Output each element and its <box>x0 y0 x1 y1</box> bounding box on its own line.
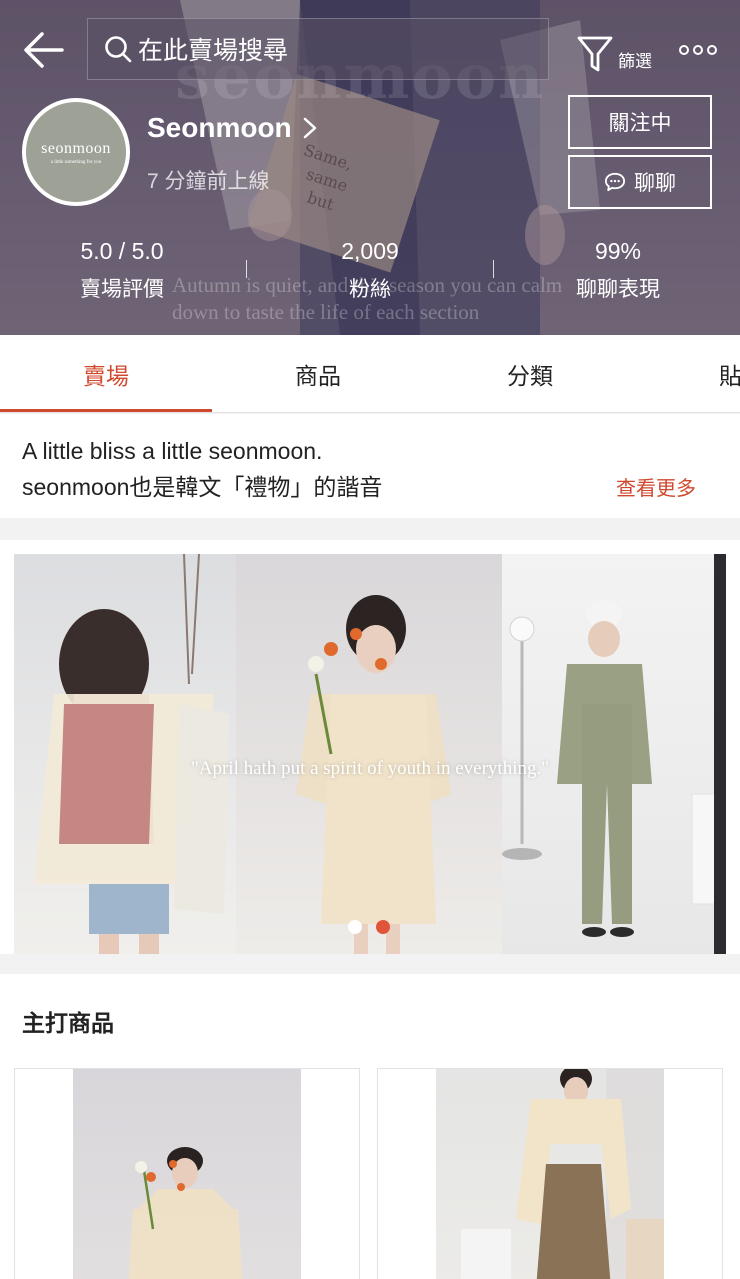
stat-value: 2,009 <box>341 238 399 264</box>
last-online-status: 7 分鐘前上線 <box>147 170 270 193</box>
banner-quote: "April hath put a spirit of youth in eve… <box>191 758 549 779</box>
banner-photo-figure <box>34 554 229 954</box>
stat-value: 99% <box>594 238 642 264</box>
tab-products[interactable]: 商品 <box>212 335 424 412</box>
carousel-dots <box>348 920 390 934</box>
stat-label: 聊聊表現 <box>576 278 660 301</box>
shop-name: Seonmoon <box>147 112 292 143</box>
back-arrow-icon[interactable] <box>22 30 66 70</box>
chat-button[interactable]: 聊聊 <box>568 155 712 209</box>
featured-products-section: 主打商品 <box>0 974 740 1279</box>
stat-rating[interactable]: 5.0 / 5.0 賣場評價 <box>62 238 182 303</box>
featured-title: 主打商品 <box>22 1010 114 1036</box>
search-icon <box>105 36 132 63</box>
search-placeholder: 在此賣場搜尋 <box>138 37 289 65</box>
see-more-link[interactable]: 查看更多 <box>616 472 696 501</box>
shop-avatar[interactable]: seonmoon a little something for you <box>22 98 130 206</box>
follow-button-label: 關注中 <box>608 112 672 135</box>
shop-description: A little bliss a little seonmoon. seonmo… <box>0 414 740 518</box>
filter-button[interactable]: 篩選 <box>576 30 660 74</box>
chat-button-label: 聊聊 <box>634 172 676 195</box>
shop-header: Same, same but seonmoon Autumn is quiet,… <box>0 0 740 335</box>
product-photo-figure <box>128 1147 243 1279</box>
stat-divider <box>246 260 247 278</box>
chevron-right-icon <box>303 117 316 139</box>
product-card[interactable] <box>14 1068 360 1279</box>
chat-bubble-icon <box>605 172 625 192</box>
product-card[interactable] <box>377 1068 723 1279</box>
stat-chat-performance[interactable]: 99% 聊聊表現 <box>556 238 680 303</box>
banner-photo <box>502 554 726 954</box>
search-input[interactable]: 在此賣場搜尋 <box>87 18 549 80</box>
description-line: seonmoon也是韓文「禮物」的諧音 <box>22 474 383 500</box>
stat-followers[interactable]: 2,009 粉絲 <box>310 238 430 303</box>
active-tab-indicator <box>0 409 212 412</box>
description-line: A little bliss a little seonmoon. <box>22 438 323 464</box>
shop-name-link[interactable]: Seonmoon <box>147 112 320 144</box>
carousel-dot-active[interactable] <box>376 920 390 934</box>
more-options-icon[interactable] <box>678 40 718 60</box>
product-photo-figure <box>461 1069 664 1279</box>
banner-photo <box>14 554 236 954</box>
stat-label: 賣場評價 <box>80 278 164 301</box>
avatar-tagline: a little something for you <box>50 159 102 165</box>
avatar-brand-name: seonmoon <box>41 139 111 157</box>
shop-stats: 5.0 / 5.0 賣場評價 2,009 粉絲 99% 聊聊表現 <box>0 238 740 308</box>
tab-categories[interactable]: 分類 <box>424 335 636 412</box>
tab-posts[interactable]: 貼文 <box>636 335 740 412</box>
tab-shop[interactable]: 賣場 <box>0 335 212 412</box>
banner-photo-figure <box>502 554 726 954</box>
stat-label: 粉絲 <box>349 278 391 301</box>
banner-section: "April hath put a spirit of youth in eve… <box>0 540 740 954</box>
stat-value: 5.0 / 5.0 <box>80 238 164 264</box>
product-image <box>436 1069 664 1279</box>
filter-icon <box>577 36 613 72</box>
follow-button[interactable]: 關注中 <box>568 95 712 149</box>
stat-divider <box>493 260 494 278</box>
product-image <box>73 1069 301 1279</box>
banner-photo-figure <box>296 595 451 954</box>
filter-label: 篩選 <box>618 52 652 71</box>
shop-tabs: 賣場 商品 分類 貼文 <box>0 335 740 413</box>
banner-carousel[interactable]: "April hath put a spirit of youth in eve… <box>14 554 726 954</box>
carousel-dot[interactable] <box>348 920 362 934</box>
banner-photo <box>236 554 502 954</box>
